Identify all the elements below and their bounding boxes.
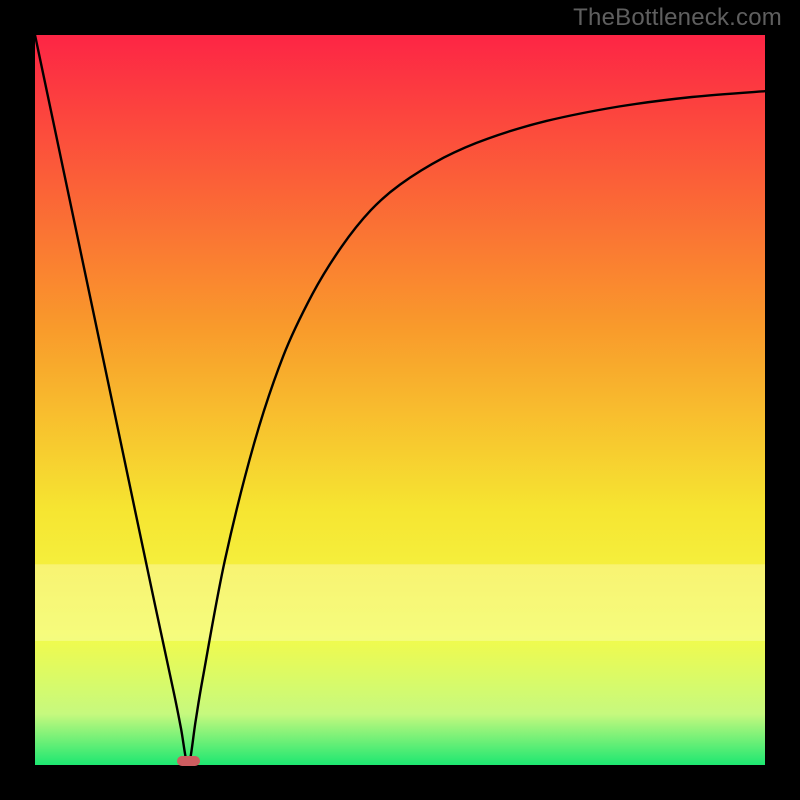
bottleneck-curve [35,35,765,765]
watermark-text: TheBottleneck.com [573,4,782,32]
plot-area [35,35,765,765]
optimum-marker [177,756,200,766]
chart-frame: TheBottleneck.com [0,0,800,800]
curve-layer [35,35,765,765]
